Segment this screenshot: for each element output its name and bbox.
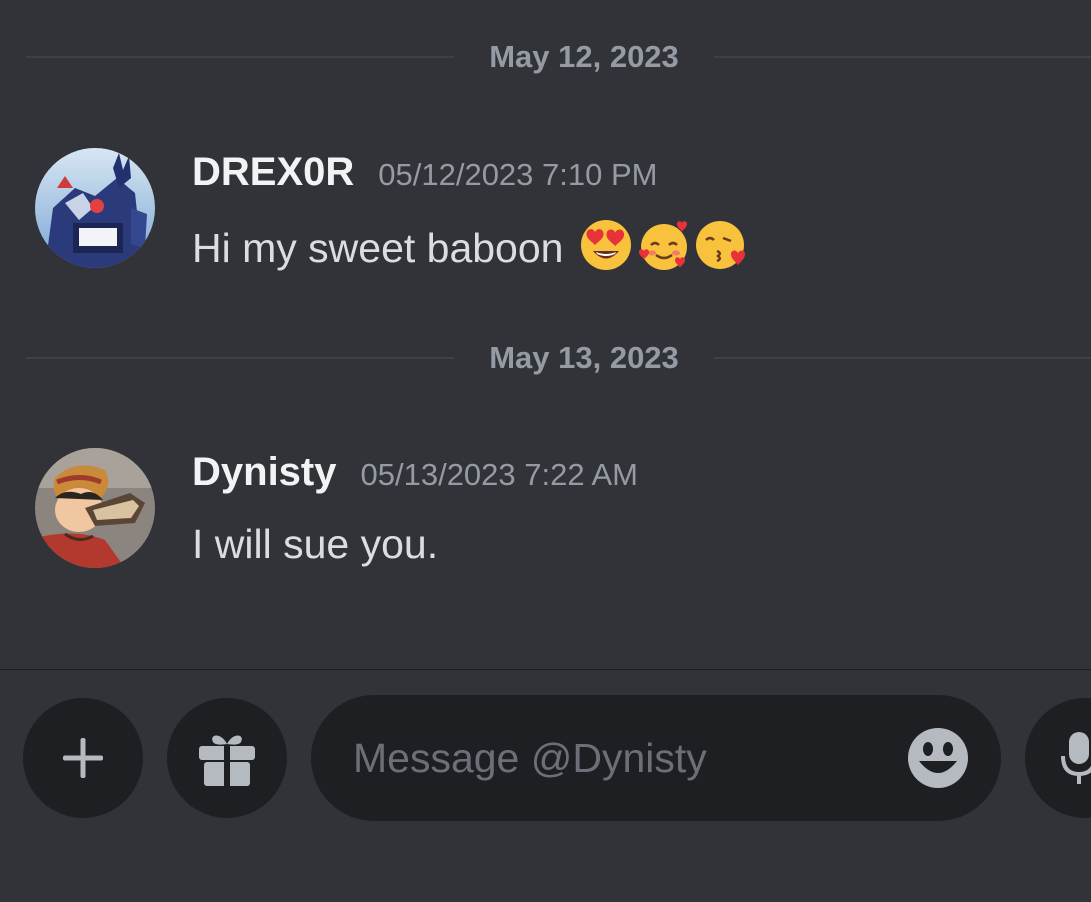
message-timestamp: 05/12/2023 7:10 PM <box>378 157 658 192</box>
dm-chat-view: May 12, 2023 DREX0R 05/12/2023 7:10 PM H… <box>0 0 1091 902</box>
divider-line <box>26 56 454 58</box>
plus-icon <box>63 738 103 778</box>
microphone-icon <box>1061 732 1091 784</box>
message-timestamp: 05/13/2023 7:22 AM <box>360 457 639 492</box>
voice-message-button[interactable] <box>1025 698 1091 818</box>
avatar[interactable] <box>35 148 155 268</box>
message-content: I will sue you. <box>192 518 438 570</box>
message-header: DREX0R 05/12/2023 7:10 PM <box>192 148 657 205</box>
username[interactable]: DREX0R <box>192 150 354 194</box>
face-blowing-kiss-emoji[interactable] <box>695 218 749 284</box>
heart-eyes-emoji[interactable] <box>579 218 633 284</box>
divider-line <box>26 357 454 359</box>
divider-line <box>714 56 1091 58</box>
message-header: Dynisty 05/13/2023 7:22 AM <box>192 448 638 505</box>
message-item[interactable]: Dynisty 05/13/2023 7:22 AM I will sue you… <box>0 448 1091 578</box>
message-input-placeholder: Message @Dynisty <box>353 735 707 781</box>
emoji-smile-icon <box>908 728 968 788</box>
date-divider: May 12, 2023 <box>26 39 1091 74</box>
message-content: Hi my sweet baboon <box>192 218 749 284</box>
username[interactable]: Dynisty <box>192 450 337 494</box>
date-divider-label: May 13, 2023 <box>489 340 679 375</box>
avatar-image-robot <box>35 148 155 268</box>
gift-button[interactable] <box>167 698 287 818</box>
avatar[interactable] <box>35 448 155 568</box>
date-divider-label: May 12, 2023 <box>489 39 679 74</box>
divider-line <box>714 357 1091 359</box>
smiling-face-with-hearts-emoji[interactable] <box>637 218 691 284</box>
message-text: I will sue you. <box>192 521 439 567</box>
emoji-picker-button[interactable] <box>905 725 971 791</box>
avatar-image-anime <box>35 448 155 568</box>
message-input[interactable]: Message @Dynisty <box>311 695 1001 821</box>
gift-icon <box>199 735 255 786</box>
message-composer: Message @Dynisty <box>0 670 1091 902</box>
date-divider: May 13, 2023 <box>26 340 1091 375</box>
add-attachment-button[interactable] <box>23 698 143 818</box>
message-text: Hi my sweet baboon <box>192 224 564 271</box>
message-item[interactable]: DREX0R 05/12/2023 7:10 PM Hi my sweet bab… <box>0 148 1091 278</box>
